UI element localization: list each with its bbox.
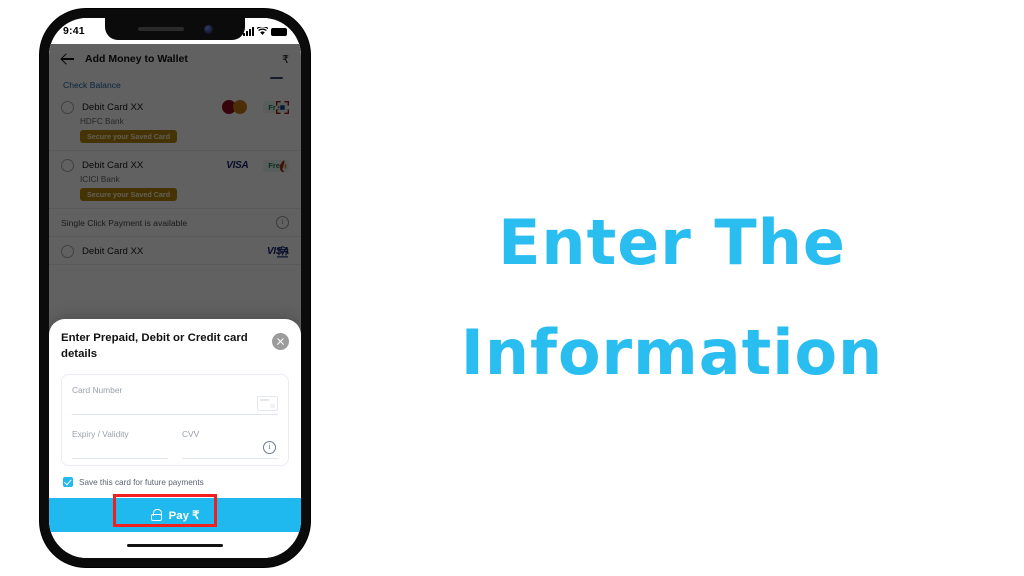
bank-building-icon [276, 246, 289, 258]
single-click-note-row: Single Click Payment is available i [49, 209, 301, 237]
home-indicator [127, 543, 223, 547]
sheet-title: Enter Prepaid, Debit or Credit card deta… [61, 332, 248, 360]
card-details-form: Card Number Expiry / Validity CVV i [61, 374, 289, 466]
expiry-field[interactable]: Expiry / Validity [72, 429, 168, 459]
sheet-header: Enter Prepaid, Debit or Credit card deta… [61, 331, 289, 362]
home-indicator-area [61, 532, 289, 558]
wifi-icon [257, 26, 268, 35]
caption: Enter The Information [392, 188, 952, 409]
phone-frame: 9:41 Add Money to Wallet ₹ Check Balance… [40, 9, 310, 567]
scan-card-icon[interactable] [257, 396, 278, 411]
phone-screen: 9:41 Add Money to Wallet ₹ Check Balance… [49, 18, 301, 558]
icici-logo-icon [279, 160, 287, 173]
bank-name: ICICI Bank [80, 175, 120, 184]
table-row[interactable]: Debit Card XX VISA [49, 237, 301, 265]
card-name: Debit Card XX [82, 160, 144, 171]
front-camera-icon [203, 24, 213, 34]
hdfc-logo-icon [276, 101, 289, 114]
check-balance-link[interactable]: Check Balance [49, 74, 301, 92]
card-row-top: Debit Card XX VISA Free [61, 159, 289, 172]
card-name: Debit Card XX [82, 101, 144, 113]
status-bar: 9:41 [49, 18, 301, 44]
save-card-row[interactable]: Save this card for future payments [63, 477, 287, 487]
mastercard-logo-icon [222, 100, 248, 114]
info-circle-icon[interactable]: i [276, 216, 289, 229]
pay-button[interactable]: Pay ₹ [49, 494, 301, 532]
caption-line-2: Information [460, 316, 884, 390]
single-click-note: Single Click Payment is available [61, 217, 188, 228]
cvv-field[interactable]: CVV i [182, 429, 278, 459]
close-icon[interactable] [272, 333, 289, 351]
field-underline [72, 414, 278, 415]
page-title: Add Money to Wallet [85, 53, 188, 65]
status-icons [243, 26, 287, 36]
card-row-top: Debit Card XX VISA [61, 245, 289, 258]
card-name: Debit Card XX [82, 246, 144, 257]
bank-name: HDFC Bank [80, 117, 124, 126]
table-row[interactable]: Debit Card XX Free HDFC Bank Secure your… [49, 92, 301, 151]
radio-button[interactable] [61, 245, 74, 258]
app-header: Add Money to Wallet ₹ [49, 44, 301, 74]
app-background: Add Money to Wallet ₹ Check Balance Debi… [49, 44, 301, 558]
status-time: 9:41 [63, 25, 85, 37]
currency-symbol: ₹ [282, 53, 289, 66]
table-row[interactable]: Debit Card XX VISA Free ICICI Bank Secur… [49, 151, 301, 209]
field-underline [182, 458, 278, 459]
screenshot-root: 9:41 Add Money to Wallet ₹ Check Balance… [0, 0, 1024, 576]
field-underline [72, 458, 168, 459]
expiry-label: Expiry / Validity [72, 429, 129, 439]
save-card-label: Save this card for future payments [79, 477, 204, 487]
scroll-hint [270, 77, 283, 79]
secure-card-badge[interactable]: Secure your Saved Card [80, 130, 178, 143]
caption-line-1: Enter The [498, 206, 846, 279]
card-number-field[interactable]: Card Number [72, 385, 278, 415]
expiry-cvv-row: Expiry / Validity CVV i [72, 429, 278, 459]
card-details-sheet: Enter Prepaid, Debit or Credit card deta… [49, 319, 301, 558]
card-row-top: Debit Card XX Free [61, 100, 289, 114]
notch [105, 18, 245, 40]
card-number-label: Card Number [72, 385, 123, 395]
back-arrow-icon[interactable] [61, 52, 75, 66]
secure-card-badge[interactable]: Secure your Saved Card [80, 188, 178, 201]
pay-button-highlight [113, 494, 217, 527]
speaker-grille [137, 27, 184, 31]
cvv-label: CVV [182, 429, 200, 439]
visa-logo-icon: VISA [226, 160, 249, 171]
radio-button[interactable] [61, 100, 74, 114]
battery-icon [271, 27, 287, 36]
radio-button[interactable] [61, 159, 74, 172]
info-circle-icon[interactable]: i [263, 441, 276, 454]
save-card-checkbox[interactable] [63, 477, 73, 487]
